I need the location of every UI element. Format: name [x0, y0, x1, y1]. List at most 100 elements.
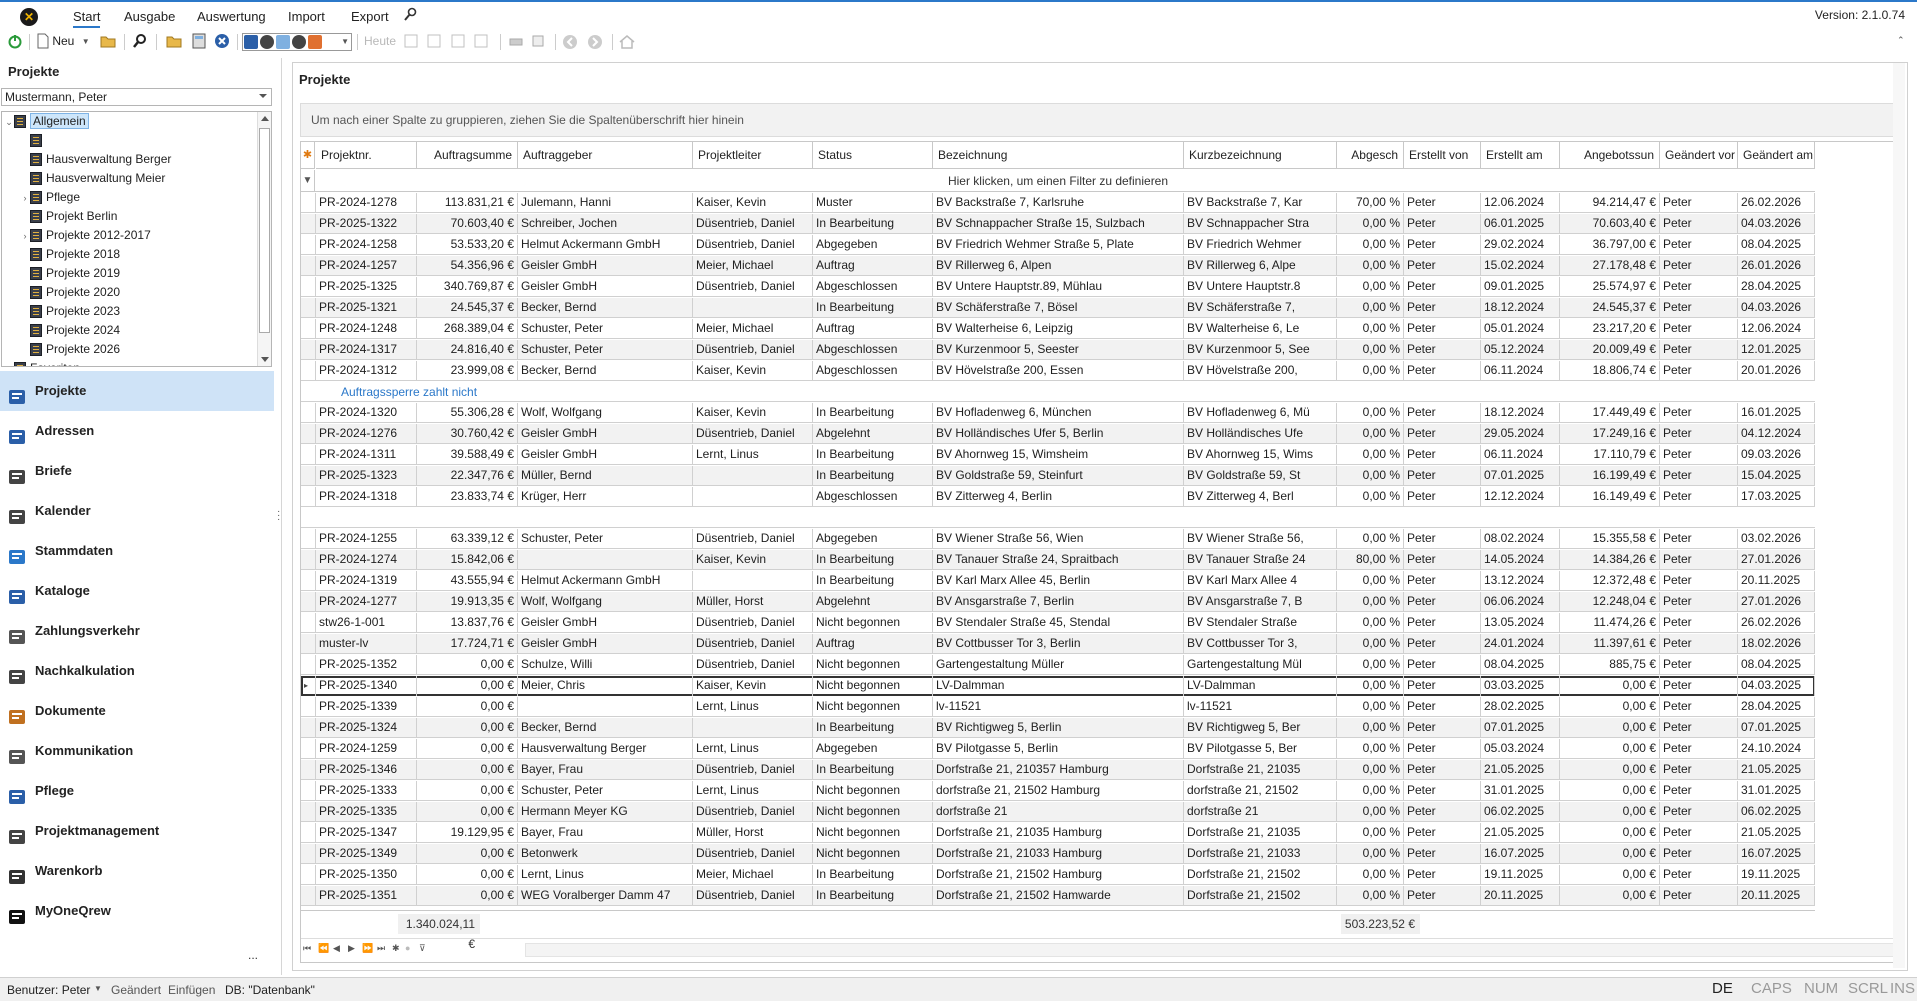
cell[interactable]: 06.06.2024 [1481, 592, 1560, 612]
cell[interactable]: Abgeschlossen [813, 487, 933, 507]
nav-kataloge[interactable]: Kataloge [0, 571, 274, 611]
cell[interactable]: Meier, Michael [693, 319, 813, 339]
cell[interactable]: 0,00 € [417, 718, 518, 738]
cell[interactable]: Nicht begonnen [813, 802, 933, 822]
cell[interactable]: 0,00 % [1337, 823, 1404, 843]
column-header[interactable]: Geändert am [1738, 142, 1815, 169]
cell[interactable]: PR-2024-1258 [316, 235, 417, 255]
cell[interactable]: 17.03.2025 [1738, 487, 1815, 507]
cell[interactable]: 21.05.2025 [1738, 760, 1815, 780]
cell[interactable]: 08.02.2024 [1481, 529, 1560, 549]
row-indicator[interactable] [301, 655, 316, 675]
table-row[interactable]: PR-2024-1276 30.760,42 € Geisler GmbH Düsen… [301, 424, 1815, 444]
table-row[interactable]: PR-2025-1339 0,00 € Lernt, Linus Nicht bego… [301, 697, 1815, 717]
cell[interactable]: BV Karl Marx Allee 45, Berlin [933, 571, 1184, 591]
cell[interactable]: Bayer, Frau [518, 823, 693, 843]
cell[interactable]: 0,00 € [1560, 739, 1660, 759]
cell[interactable]: 25.574,97 € [1560, 277, 1660, 297]
cell[interactable]: BV Ahornweg 15, Wims [1184, 445, 1337, 465]
cell[interactable]: Kaiser, Kevin [693, 361, 813, 381]
table-row[interactable]: PR-2024-1259 0,00 € Hausverwaltung Berger L… [301, 739, 1815, 759]
cell[interactable]: dorfstraße 21 [1184, 802, 1337, 822]
nav-nachkalkulation[interactable]: Nachkalkulation [0, 651, 274, 691]
cell[interactable]: Peter [1660, 697, 1738, 717]
cell[interactable]: BV Walterheise 6, Le [1184, 319, 1337, 339]
row-indicator[interactable] [301, 403, 316, 423]
cell[interactable]: Peter [1404, 550, 1481, 570]
project-tree[interactable]: ⌄ Allgemein Hausverwaltung Berger Hausverwa… [1, 111, 272, 367]
cell[interactable]: 0,00 % [1337, 886, 1404, 906]
cell[interactable]: Lernt, Linus [693, 697, 813, 717]
cell[interactable]: 04.12.2024 [1738, 424, 1815, 444]
table-row[interactable]: PR-2024-1274 15.842,06 € Kaiser, Kevin In B… [301, 550, 1815, 570]
open-folder-icon[interactable] [100, 33, 116, 51]
cell[interactable]: PR-2025-1325 [316, 277, 417, 297]
cell[interactable]: 70.603,40 € [417, 214, 518, 234]
cell[interactable]: 06.02.2025 [1738, 802, 1815, 822]
row-indicator[interactable] [301, 571, 316, 591]
cell[interactable]: BV Stendaler Straße [1184, 613, 1337, 633]
cell[interactable]: Peter [1404, 592, 1481, 612]
cell[interactable]: BV Hövelstraße 200, Essen [933, 361, 1184, 381]
cell[interactable]: BV Ahornweg 15, Wimsheim [933, 445, 1184, 465]
cell[interactable]: In Bearbeitung [813, 403, 933, 423]
cell[interactable]: Helmut Ackermann GmbH [518, 571, 693, 591]
cell[interactable]: dorfstraße 21, 21502 [1184, 781, 1337, 801]
table-row[interactable]: PR-2025-1352 0,00 € Schulze, Willi Düsentri… [301, 655, 1815, 675]
cell[interactable]: Geisler GmbH [518, 613, 693, 633]
row-indicator[interactable] [301, 823, 316, 843]
table-row[interactable]: PR-2024-1258 53.533,20 € Helmut Ackermann … [301, 235, 1815, 255]
cell[interactable]: 0,00 € [1560, 697, 1660, 717]
cell[interactable]: 0,00 % [1337, 529, 1404, 549]
cell[interactable]: Düsentrieb, Daniel [693, 613, 813, 633]
row-indicator[interactable] [301, 487, 316, 507]
cell[interactable]: 0,00 % [1337, 319, 1404, 339]
cell[interactable]: Müller, Horst [693, 592, 813, 612]
cell[interactable]: Peter [1660, 403, 1738, 423]
cell[interactable]: Peter [1404, 760, 1481, 780]
cell[interactable]: Peter [1404, 697, 1481, 717]
cell[interactable]: 0,00 € [417, 655, 518, 675]
cell[interactable]: BV Tanauer Straße 24, Spraitbach [933, 550, 1184, 570]
cell[interactable]: 24.10.2024 [1738, 739, 1815, 759]
cell[interactable]: 23.999,08 € [417, 361, 518, 381]
cell[interactable]: 19.11.2025 [1738, 865, 1815, 885]
cell[interactable]: 26.02.2026 [1738, 193, 1815, 213]
tree-scrollbar[interactable] [257, 112, 271, 366]
cell[interactable]: PR-2024-1277 [316, 592, 417, 612]
row-indicator[interactable] [301, 445, 316, 465]
cell[interactable]: 94.214,47 € [1560, 193, 1660, 213]
column-header[interactable]: Projektnr. [316, 142, 417, 169]
column-header[interactable]: Kurzbezeichnung [1184, 142, 1337, 169]
cell[interactable]: BV Backstraße 7, Kar [1184, 193, 1337, 213]
nav-warenkorb[interactable]: Warenkorb [0, 851, 274, 891]
menu-import[interactable]: Import [288, 9, 325, 24]
cell[interactable]: BV Goldstraße 59, St [1184, 466, 1337, 486]
cell[interactable]: 29.05.2024 [1481, 424, 1560, 444]
cell[interactable]: 0,00 % [1337, 445, 1404, 465]
cell[interactable] [518, 697, 693, 717]
cell[interactable]: Hausverwaltung Berger [518, 739, 693, 759]
cell[interactable]: PR-2024-1318 [316, 487, 417, 507]
cell[interactable]: PR-2025-1350 [316, 865, 417, 885]
cell[interactable]: PR-2025-1346 [316, 760, 417, 780]
cell[interactable]: BV Friedrich Wehmer [1184, 235, 1337, 255]
cell[interactable]: 13.12.2024 [1481, 571, 1560, 591]
cell[interactable]: 19.913,35 € [417, 592, 518, 612]
cell[interactable]: Geisler GmbH [518, 277, 693, 297]
cell[interactable]: BV Ansgarstraße 7, B [1184, 592, 1337, 612]
cell[interactable]: BV Kurzenmoor 5, Seester [933, 340, 1184, 360]
filter-icon[interactable]: ⊽ [419, 943, 426, 954]
table-row[interactable]: PR-2025-1346 0,00 € Bayer, Frau Düsentrieb,… [301, 760, 1815, 780]
cell[interactable]: Geisler GmbH [518, 634, 693, 654]
cell[interactable]: BV Wiener Straße 56, Wien [933, 529, 1184, 549]
cell[interactable]: BV Pilotgasse 5, Ber [1184, 739, 1337, 759]
cell[interactable]: 0,00 % [1337, 256, 1404, 276]
cell[interactable]: BV Tanauer Straße 24 [1184, 550, 1337, 570]
first-record-icon[interactable]: ⏮ [303, 943, 311, 954]
cell[interactable]: 16.199,49 € [1560, 466, 1660, 486]
cell[interactable]: Dorfstraße 21, 21502 [1184, 865, 1337, 885]
cell[interactable] [693, 718, 813, 738]
table-row[interactable]: PR-2024-1278 113.831,21 € Julemann, Hanni K… [301, 193, 1815, 213]
tree-node[interactable]: Hausverwaltung Berger [20, 150, 171, 169]
